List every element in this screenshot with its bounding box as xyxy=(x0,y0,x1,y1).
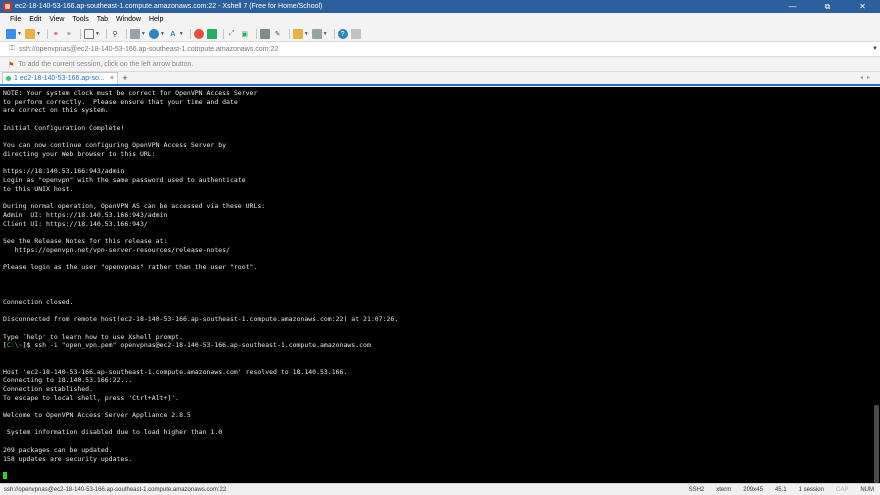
toolbar-separator xyxy=(46,29,48,39)
menu-tools[interactable]: Tools xyxy=(68,13,92,27)
connect-icon[interactable]: ⚭ xyxy=(51,29,61,39)
xmanager-icon[interactable] xyxy=(206,29,217,39)
menu-bar: File Edit View Tools Tab Window Help xyxy=(0,13,880,27)
prompt-path: C:\~ xyxy=(6,341,23,350)
ssh-link-icon: ⚿ xyxy=(9,45,15,52)
compose-dropdown-icon[interactable]: ▼ xyxy=(304,31,309,37)
status-num-lock: NUM xyxy=(860,486,874,493)
bookmark-arrow-icon[interactable]: ⚑ xyxy=(8,61,14,69)
minimize-button[interactable]: — xyxy=(775,0,810,13)
menu-help[interactable]: Help xyxy=(145,13,167,27)
toolbar-separator xyxy=(125,29,127,39)
toolbar-separator xyxy=(333,29,335,39)
script-icon[interactable]: ✎ xyxy=(273,29,283,39)
toolbar-separator xyxy=(288,29,290,39)
terminal-screen[interactable]: NOTE: Your system clock must be correct … xyxy=(0,87,873,483)
tab-session-1[interactable]: 1 ec2-18-140-53-166.ap-so... × xyxy=(2,72,118,84)
new-session-dropdown-icon[interactable]: ▼ xyxy=(17,31,22,37)
title-bar: ec2-18-140-53-166.ap-southeast-1.compute… xyxy=(0,0,880,13)
status-sessions[interactable]: 1 session xyxy=(793,487,830,493)
status-protocol: SSH2 xyxy=(688,486,705,493)
search-icon[interactable]: ⚲ xyxy=(110,29,120,39)
connected-status-icon xyxy=(6,76,11,81)
xshell-app-icon[interactable] xyxy=(3,2,12,11)
tab-bar: 1 ec2-18-140-53-166.ap-so... × + ◂▸ xyxy=(0,72,880,86)
open-folder-icon[interactable] xyxy=(24,29,35,39)
globe-icon[interactable] xyxy=(148,29,159,39)
status-bar: ssh://openvpnas@ec2-18-140-53-166.ap-sou… xyxy=(0,483,880,495)
font-dropdown-icon[interactable]: ▼ xyxy=(179,31,184,37)
new-tab-button[interactable]: + xyxy=(120,72,130,84)
menu-file[interactable]: File xyxy=(6,13,25,27)
maximize-button[interactable]: ⧉ xyxy=(810,0,845,13)
scrollbar-thumb[interactable] xyxy=(874,405,879,483)
toolbar-separator xyxy=(255,29,257,39)
font-icon[interactable]: A xyxy=(168,29,178,39)
layout-dropdown-icon[interactable]: ▼ xyxy=(323,31,328,37)
menu-tab[interactable]: Tab xyxy=(93,13,112,27)
terminal-command: ssh -i "open_vpn.pem" openvpnas@ec2-18-1… xyxy=(34,341,371,350)
toolbar-separator xyxy=(222,29,224,39)
help-icon[interactable]: ? xyxy=(337,29,348,39)
tab-scroll-arrows-icon[interactable]: ◂▸ xyxy=(860,74,874,81)
compose-icon[interactable] xyxy=(292,29,303,39)
toolbar-separator xyxy=(189,29,191,39)
print-dropdown-icon[interactable]: ▼ xyxy=(141,31,146,37)
tab-close-icon[interactable]: × xyxy=(110,75,114,82)
fullscreen-icon[interactable]: ⤢ xyxy=(227,29,237,39)
print-icon[interactable] xyxy=(129,29,140,39)
address-url[interactable]: ssh://openvpnas@ec2-18-140-53-166.ap-sou… xyxy=(19,46,870,53)
terminal-output-before: NOTE: Your system clock must be correct … xyxy=(3,89,399,341)
terminal-command-line: [C:\~]$ ssh -i "open_vpn.pem" openvpnas@… xyxy=(3,341,870,350)
menu-view[interactable]: View xyxy=(45,13,68,27)
new-session-icon[interactable] xyxy=(6,29,16,39)
lock-icon[interactable]: ▣ xyxy=(240,29,250,39)
disconnect-icon[interactable]: ⚭ xyxy=(64,29,74,39)
toolbar-separator xyxy=(105,29,107,39)
toolbar-separator xyxy=(79,29,81,39)
copy-icon[interactable] xyxy=(83,29,94,39)
status-caps-lock: CAP xyxy=(835,486,849,493)
toolbar: ▼ ▼ ⚭ ⚭ ▼ ⚲ ▼ ▼ A ▼ ⤢ ▣ ✎ ▼ ▼ ? xyxy=(0,27,880,42)
menu-window[interactable]: Window xyxy=(112,13,145,27)
status-terminal-type: xterm xyxy=(716,486,732,493)
hint-text: To add the current session, click on the… xyxy=(18,61,194,68)
status-connection: ssh://openvpnas@ec2-18-140-53-166.ap-sou… xyxy=(4,486,227,493)
terminal-cursor-line xyxy=(3,472,870,481)
terminal-scrollbar[interactable] xyxy=(873,87,880,483)
status-cursor-position: 45,1 xyxy=(774,486,787,493)
prompt-close: ]$ xyxy=(22,341,35,350)
menu-edit[interactable]: Edit xyxy=(25,13,45,27)
address-dropdown-icon[interactable]: ▼ xyxy=(870,46,880,52)
terminal-cursor xyxy=(3,472,7,480)
close-button[interactable]: ✕ xyxy=(845,0,880,13)
open-dropdown-icon[interactable]: ▼ xyxy=(36,31,41,37)
hint-bar: ⚑ To add the current session, click on t… xyxy=(0,58,880,72)
status-size: 209x45 xyxy=(743,486,763,493)
terminal-output-after: Host 'ec2-18-140-53-166.ap-southeast-1.c… xyxy=(3,367,348,463)
xftp-icon[interactable] xyxy=(193,29,204,39)
tab-label: 1 ec2-18-140-53-166.ap-so... xyxy=(14,75,105,82)
keyboard-icon[interactable] xyxy=(259,29,270,39)
globe-dropdown-icon[interactable]: ▼ xyxy=(160,31,165,37)
chat-icon[interactable] xyxy=(350,29,361,39)
copy-dropdown-icon[interactable]: ▼ xyxy=(95,31,100,37)
window-title: ec2-18-140-53-166.ap-southeast-1.compute… xyxy=(15,3,323,10)
address-bar: ⚿ ssh://openvpnas@ec2-18-140-53-166.ap-s… xyxy=(0,42,880,57)
layout-icon[interactable] xyxy=(311,29,322,39)
